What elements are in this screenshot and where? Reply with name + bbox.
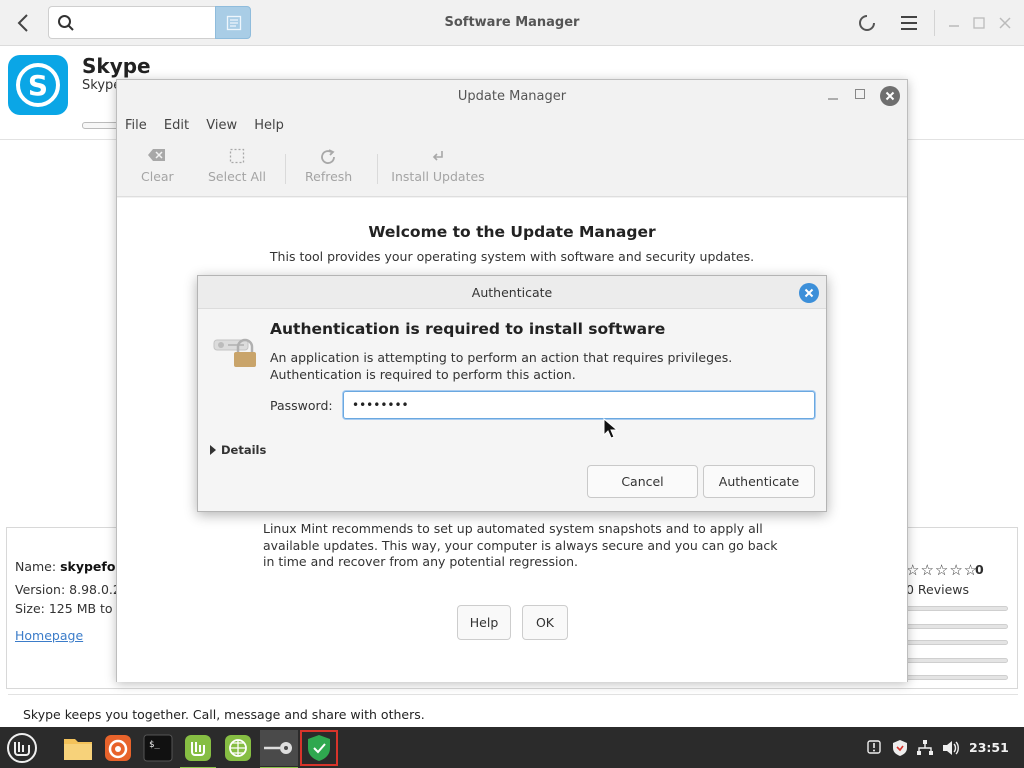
mouse-cursor-icon xyxy=(603,417,619,444)
recommendation-text: Linux Mint recommends to set up automate… xyxy=(263,521,778,569)
rating-count: 0 xyxy=(975,562,984,577)
select-all-label: Select All xyxy=(207,169,267,184)
welcome-subtitle: This tool provides your operating system… xyxy=(269,249,755,264)
refresh-button[interactable]: Refresh xyxy=(305,148,353,184)
rating-stars: ☆☆☆☆☆ xyxy=(906,561,979,579)
app-name: Skype xyxy=(82,54,151,78)
files-icon[interactable] xyxy=(60,730,96,766)
ok-button[interactable]: OK xyxy=(522,605,568,640)
minimize-icon[interactable] xyxy=(827,88,839,106)
version-label: Version: xyxy=(15,582,66,597)
close-icon[interactable] xyxy=(799,283,819,303)
network-icon[interactable] xyxy=(916,739,934,761)
mint-menu-icon[interactable] xyxy=(4,730,40,766)
select-all-button[interactable]: Select All xyxy=(207,148,267,184)
homepage-link[interactable]: Homepage xyxy=(15,628,83,643)
software-manager-header: Software Manager xyxy=(0,0,1024,46)
clear-button[interactable]: Clear xyxy=(141,148,174,184)
detail-name: Name: skypefor xyxy=(15,559,122,574)
menu-bar: File Edit View Help xyxy=(125,118,297,138)
maximize-icon[interactable] xyxy=(855,89,865,99)
firefox-icon[interactable] xyxy=(100,730,136,766)
description-divider xyxy=(8,694,1018,695)
rating-bar xyxy=(906,606,1008,611)
hamburger-menu-icon[interactable] xyxy=(900,15,918,35)
cancel-button[interactable]: Cancel xyxy=(587,465,698,498)
authenticate-button[interactable]: Authenticate xyxy=(703,465,815,498)
taskbar-clock[interactable]: 23:51 xyxy=(969,740,1009,755)
update-shield-icon[interactable] xyxy=(300,730,338,766)
select-all-icon xyxy=(207,148,267,166)
clear-label: Clear xyxy=(141,169,174,184)
expander-triangle-icon xyxy=(210,445,216,455)
loading-spinner-icon xyxy=(858,14,876,36)
name-label: Name: xyxy=(15,559,57,574)
size-value: 125 MB to d xyxy=(48,601,125,616)
app-description: Skype keeps you together. Call, message … xyxy=(23,707,425,722)
password-label: Password: xyxy=(270,398,333,413)
detail-size: Size: 125 MB to d xyxy=(15,601,124,616)
help-button[interactable]: Help xyxy=(457,605,511,640)
authenticate-titlebar[interactable]: Authenticate xyxy=(198,276,826,309)
close-icon[interactable] xyxy=(996,14,1014,32)
svg-text:$_: $_ xyxy=(149,740,160,750)
keys-lock-icon xyxy=(212,332,260,376)
header-separator xyxy=(934,10,935,36)
toolbar-separator xyxy=(377,154,378,184)
authenticate-dialog: Authenticate Authentication is required … xyxy=(197,275,827,512)
toolbar: Clear Select All Refresh Install Updates xyxy=(117,142,907,197)
mintinstall-icon[interactable] xyxy=(180,730,216,768)
rating-bar xyxy=(906,658,1008,663)
update-manager-titlebar[interactable]: Update Manager xyxy=(117,80,907,114)
password-field[interactable] xyxy=(343,391,815,419)
volume-icon[interactable] xyxy=(941,739,961,761)
refresh-icon xyxy=(305,148,351,166)
install-arrow-icon xyxy=(391,148,485,166)
authenticate-heading: Authentication is required to install so… xyxy=(270,320,666,338)
refresh-label: Refresh xyxy=(305,169,353,184)
welcome-title: Welcome to the Update Manager xyxy=(368,223,656,241)
reviews-count: 0 Reviews xyxy=(906,582,970,597)
update-status-shield-icon[interactable] xyxy=(891,739,909,761)
web-apps-icon[interactable] xyxy=(220,730,256,766)
terminal-icon[interactable]: $_ xyxy=(140,730,176,766)
clear-icon xyxy=(141,148,173,166)
authenticate-title: Authenticate xyxy=(471,285,553,300)
name-value: skypefor xyxy=(60,559,122,574)
taskbar: $_ 23:51 xyxy=(0,727,1024,768)
svg-text:S: S xyxy=(28,69,48,102)
install-updates-label: Install Updates xyxy=(391,169,485,184)
detail-version: Version: 8.98.0.2 xyxy=(15,582,121,597)
update-manager-title: Update Manager xyxy=(457,89,567,104)
toolbar-separator xyxy=(285,154,286,184)
install-updates-button[interactable]: Install Updates xyxy=(391,148,485,184)
maximize-icon[interactable] xyxy=(970,14,988,32)
details-expander[interactable]: Details xyxy=(210,443,266,457)
rating-bar xyxy=(906,640,1008,645)
skype-logo-icon: S xyxy=(8,55,68,115)
password-key-icon[interactable] xyxy=(260,730,298,768)
details-label: Details xyxy=(221,443,267,457)
menu-edit[interactable]: Edit xyxy=(164,118,189,133)
notification-icon[interactable] xyxy=(866,739,882,759)
version-value: 8.98.0.2 xyxy=(69,582,121,597)
size-label: Size: xyxy=(15,601,45,616)
menu-file[interactable]: File xyxy=(125,118,147,133)
rating-bar xyxy=(906,624,1008,629)
authenticate-message: An application is attempting to perform … xyxy=(270,350,733,382)
minimize-icon[interactable] xyxy=(945,14,963,32)
rating-bar xyxy=(906,675,1008,680)
close-icon[interactable] xyxy=(880,86,900,106)
menu-help[interactable]: Help xyxy=(254,118,284,133)
menu-view[interactable]: View xyxy=(206,118,237,133)
